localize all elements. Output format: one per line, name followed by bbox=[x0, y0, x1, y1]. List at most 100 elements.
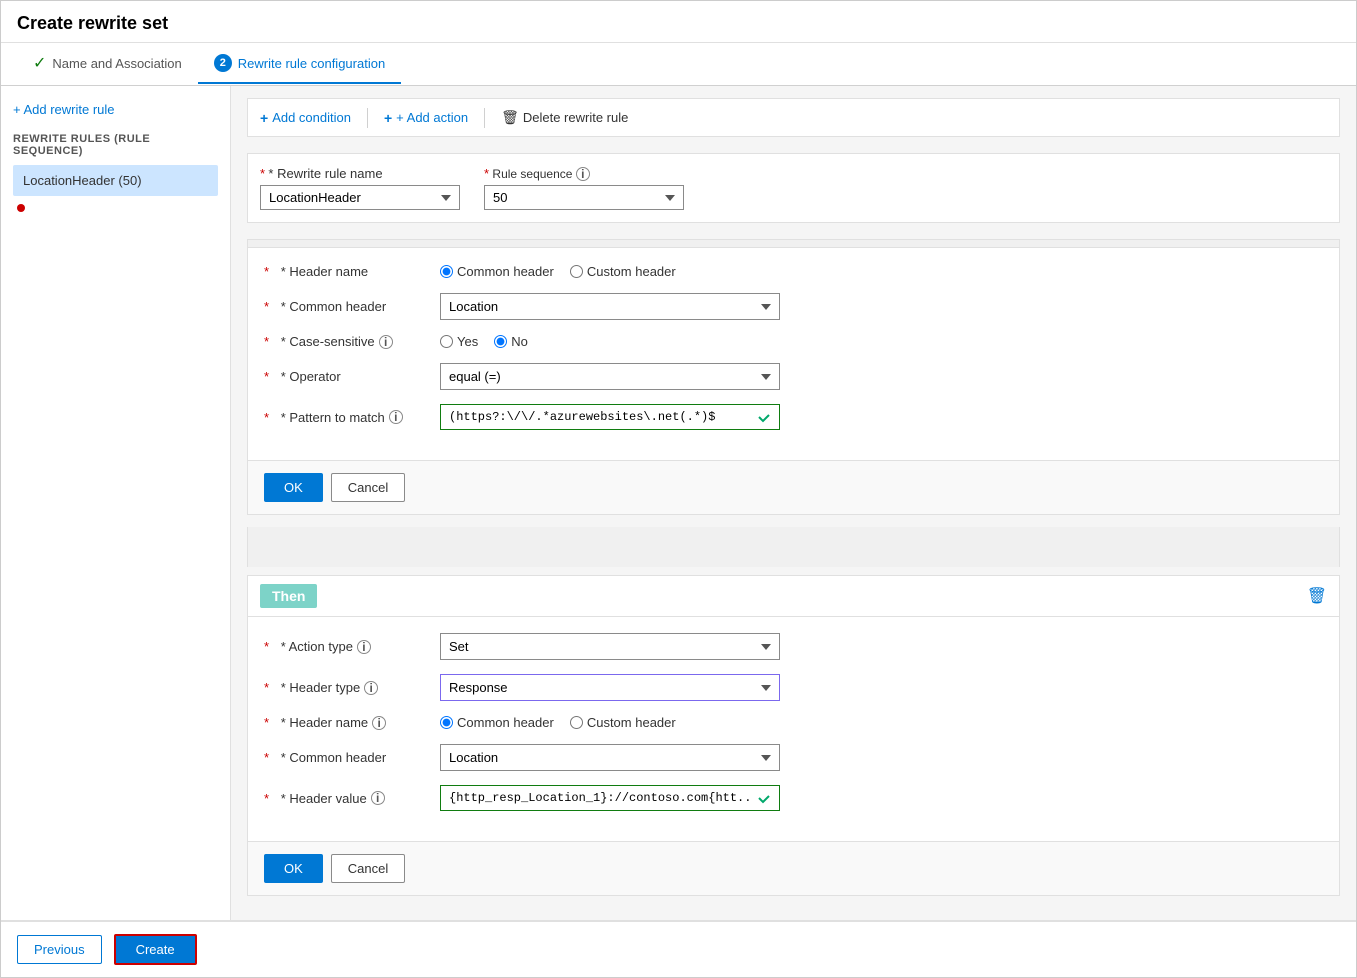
condition-card-footer: OK Cancel bbox=[248, 460, 1339, 514]
rule-header: * * Rewrite rule name LocationHeader * R… bbox=[247, 153, 1340, 223]
right-panel: + Add condition + + Add action 🗑 Delete … bbox=[231, 86, 1356, 920]
rules-section-label: REWRITE RULES (RULE SEQUENCE) bbox=[13, 133, 218, 157]
then-card-footer: OK Cancel bbox=[248, 841, 1339, 895]
then-common-header-select[interactable]: Location bbox=[440, 744, 780, 771]
condition-card-top-partial bbox=[247, 239, 1340, 247]
common-header-label: * * Common header bbox=[264, 299, 424, 314]
yes-radio[interactable] bbox=[440, 335, 453, 348]
then-ok-button[interactable]: OK bbox=[264, 854, 323, 883]
delete-rule-label: Delete rewrite rule bbox=[523, 110, 629, 125]
action-type-control: Set bbox=[440, 633, 1323, 660]
action-type-select[interactable]: Set bbox=[440, 633, 780, 660]
custom-header-radio-label[interactable]: Custom header bbox=[570, 264, 676, 279]
previous-button[interactable]: Previous bbox=[17, 935, 102, 964]
action-type-row: * * Action type i Set bbox=[264, 633, 1323, 660]
then-custom-header-radio[interactable] bbox=[570, 716, 583, 729]
add-action-label: + Add action bbox=[396, 110, 468, 125]
then-header-name-info-icon: i bbox=[372, 716, 386, 730]
toolbar: + Add condition + + Add action 🗑 Delete … bbox=[247, 98, 1340, 137]
plus-icon: + bbox=[260, 110, 268, 126]
rule-name-field: * * Rewrite rule name LocationHeader bbox=[260, 166, 460, 210]
create-button[interactable]: Create bbox=[114, 934, 197, 965]
then-common-header-row: * * Common header Location bbox=[264, 744, 1323, 771]
then-separator bbox=[247, 527, 1340, 567]
tab-check-icon: ✓ bbox=[33, 53, 46, 73]
custom-header-radio[interactable] bbox=[570, 265, 583, 278]
common-header-radio-label[interactable]: Common header bbox=[440, 264, 554, 279]
header-name-row: * * Header name Common header Custom hea… bbox=[264, 264, 1323, 279]
add-rewrite-rule-button[interactable]: + Add rewrite rule bbox=[13, 98, 218, 121]
main-content: + Add rewrite rule REWRITE RULES (RULE S… bbox=[1, 86, 1356, 920]
plus-icon-2: + bbox=[384, 110, 392, 126]
header-name-radio-group: Common header Custom header bbox=[440, 264, 1323, 279]
then-card-header: Then 🗑 bbox=[248, 576, 1339, 617]
no-radio[interactable] bbox=[494, 335, 507, 348]
pattern-input[interactable] bbox=[440, 404, 780, 430]
then-header-name-row: * * Header name i Common header Cu bbox=[264, 715, 1323, 730]
condition-ok-button[interactable]: OK bbox=[264, 473, 323, 502]
header-name-label: * * Header name bbox=[264, 264, 424, 279]
case-sensitive-info-icon: i bbox=[379, 335, 393, 349]
condition-cancel-button[interactable]: Cancel bbox=[331, 473, 405, 502]
pattern-info-icon: i bbox=[389, 410, 403, 424]
operator-row: * * Operator equal (=) bbox=[264, 363, 1323, 390]
then-card-body: * * Action type i Set * bbox=[248, 617, 1339, 841]
tab-name-association-label: Name and Association bbox=[52, 56, 181, 71]
toolbar-separator-2 bbox=[484, 108, 485, 128]
case-sensitive-radio-group: Yes No bbox=[440, 334, 1323, 349]
delete-rewrite-rule-button[interactable]: 🗑 Delete rewrite rule bbox=[501, 107, 628, 128]
header-type-label: * * Header type i bbox=[264, 680, 424, 695]
trash-icon: 🗑 bbox=[501, 109, 519, 126]
tab-name-association[interactable]: ✓ Name and Association bbox=[17, 43, 198, 85]
tabs-bar: ✓ Name and Association 2 Rewrite rule co… bbox=[1, 43, 1356, 86]
operator-select[interactable]: equal (=) bbox=[440, 363, 780, 390]
condition-card: * * Header name Common header Custom hea… bbox=[247, 247, 1340, 515]
header-type-row: * * Header type i Response bbox=[264, 674, 1323, 701]
header-value-input[interactable] bbox=[440, 785, 780, 811]
then-common-header-label: * * Common header bbox=[264, 750, 424, 765]
tab-num-badge: 2 bbox=[214, 54, 232, 72]
header-type-control: Response bbox=[440, 674, 1323, 701]
case-sensitive-label: * * Case-sensitive i bbox=[264, 334, 424, 349]
operator-label: * * Operator bbox=[264, 369, 424, 384]
header-type-info-icon: i bbox=[364, 681, 378, 695]
rule-sequence-label: * Rule sequence i bbox=[484, 166, 684, 181]
then-common-header-radio-label[interactable]: Common header bbox=[440, 715, 554, 730]
error-dot bbox=[17, 204, 25, 212]
pattern-label: * * Pattern to match i bbox=[264, 410, 424, 425]
rule-item[interactable]: LocationHeader (50) bbox=[13, 165, 218, 196]
toolbar-separator bbox=[367, 108, 368, 128]
yes-radio-label[interactable]: Yes bbox=[440, 334, 478, 349]
pattern-row: * * Pattern to match i bbox=[264, 404, 1323, 430]
header-value-control bbox=[440, 785, 1323, 811]
rule-name-label: * * Rewrite rule name bbox=[260, 166, 460, 181]
then-common-header-control: Location bbox=[440, 744, 1323, 771]
then-cancel-button[interactable]: Cancel bbox=[331, 854, 405, 883]
then-common-header-radio[interactable] bbox=[440, 716, 453, 729]
header-type-select[interactable]: Response bbox=[440, 674, 780, 701]
common-header-row: * * Common header Location bbox=[264, 293, 1323, 320]
condition-card-body: * * Header name Common header Custom hea… bbox=[248, 248, 1339, 460]
action-type-info-icon: i bbox=[357, 640, 371, 654]
rule-sequence-select[interactable]: 50 bbox=[484, 185, 684, 210]
header-value-row: * * Header value i bbox=[264, 785, 1323, 811]
action-type-label: * * Action type i bbox=[264, 639, 424, 654]
header-value-info-icon: i bbox=[371, 791, 385, 805]
tab-rewrite-rule-config-label: Rewrite rule configuration bbox=[238, 56, 385, 71]
pattern-control bbox=[440, 404, 1323, 430]
add-action-button[interactable]: + + Add action bbox=[384, 108, 468, 128]
rule-sequence-field: * Rule sequence i 50 bbox=[484, 166, 684, 210]
no-radio-label[interactable]: No bbox=[494, 334, 528, 349]
then-card: Then 🗑 * * Action type i Set bbox=[247, 575, 1340, 896]
add-condition-button[interactable]: + Add condition bbox=[260, 108, 351, 128]
then-custom-header-radio-label[interactable]: Custom header bbox=[570, 715, 676, 730]
common-header-radio[interactable] bbox=[440, 265, 453, 278]
sidebar: + Add rewrite rule REWRITE RULES (RULE S… bbox=[1, 86, 231, 920]
common-header-select[interactable]: Location bbox=[440, 293, 780, 320]
rule-name-select[interactable]: LocationHeader bbox=[260, 185, 460, 210]
then-delete-icon[interactable]: 🗑 bbox=[1307, 586, 1327, 606]
page-footer: Previous Create bbox=[1, 920, 1356, 977]
then-header-name-label: * * Header name i bbox=[264, 715, 424, 730]
header-value-label: * * Header value i bbox=[264, 791, 424, 806]
tab-rewrite-rule-config[interactable]: 2 Rewrite rule configuration bbox=[198, 44, 401, 84]
